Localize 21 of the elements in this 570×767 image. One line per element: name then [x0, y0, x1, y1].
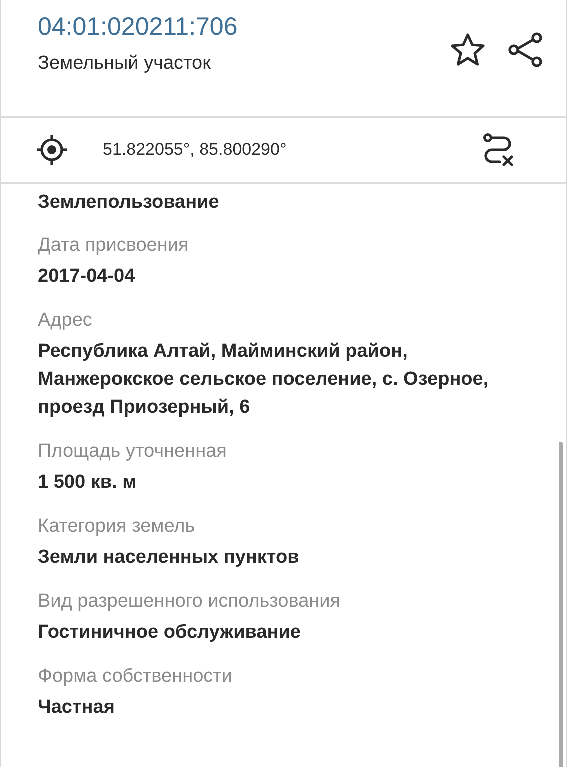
field-label: Площадь уточненная: [38, 440, 228, 464]
section-title: Землепользование: [38, 191, 220, 215]
cadastral-number: 04:01:020211:706: [38, 13, 238, 42]
field-label: Вид разрешенного использования: [38, 590, 342, 614]
field-label: Категория земель: [38, 515, 196, 539]
coordinates-text: 51.822055°, 85.800290°: [103, 140, 288, 160]
field-label: Форма собственности: [38, 665, 234, 689]
location-target-icon[interactable]: [36, 134, 68, 166]
field-value: 1 500 кв. м: [38, 471, 138, 495]
route-cancel-icon[interactable]: [482, 133, 516, 167]
field-label: Дата присвоения: [38, 234, 190, 258]
scrollbar[interactable]: [559, 442, 563, 767]
object-type: Земельный участок: [38, 53, 212, 75]
field-label: Адрес: [38, 309, 94, 333]
field-value: Республика Алтай, Майминский район, Манжерокское сельское поселение, с. Озерное, проезд Приозерный, 6: [38, 340, 490, 420]
field-value: Гостиничное обслуживание: [38, 621, 302, 645]
field-value: Частная: [38, 696, 116, 720]
field-value: 2017-04-04: [38, 265, 136, 289]
field-value: Земли населенных пунктов: [38, 546, 300, 570]
share-icon[interactable]: [508, 32, 544, 68]
star-icon[interactable]: [450, 33, 486, 67]
